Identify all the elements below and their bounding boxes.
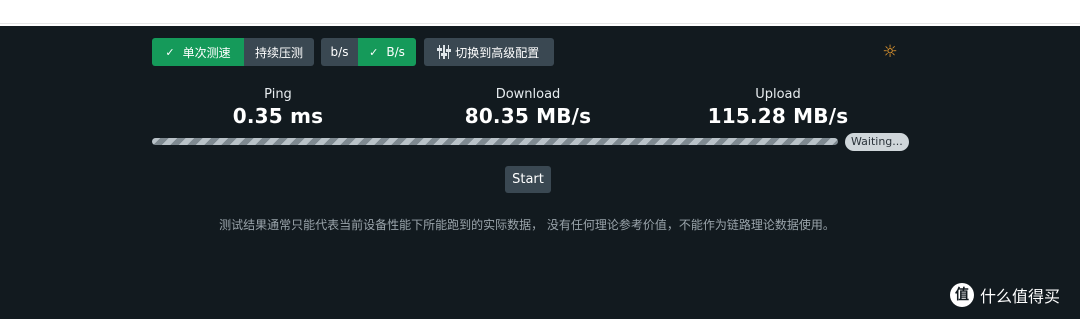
check-icon: ✓: [165, 45, 175, 59]
disclaimer-text: 测试结果通常只能代表当前设备性能下所能跑到的实际数据， 没有任何理论参考价值，不…: [219, 218, 835, 232]
watermark: 值 什么值得买: [950, 283, 1060, 307]
sliders-icon: [437, 44, 451, 60]
upload-label: Upload: [755, 87, 801, 102]
ping-value: 0.35 ms: [232, 104, 324, 128]
bytes-unit-label: B/s: [386, 45, 405, 59]
advanced-config-label: 切换到高级配置: [455, 45, 540, 60]
single-test-label: 单次测速: [182, 45, 231, 60]
sun-icon[interactable]: ☼: [880, 42, 900, 62]
download-value: 80.35 MB/s: [464, 104, 592, 128]
ping-label: Ping: [264, 87, 292, 102]
upload-value: 115.28 MB/s: [707, 104, 849, 128]
progress-fill: [152, 138, 838, 145]
download-metric: Download 80.35 MB/s: [418, 87, 638, 128]
single-test-button[interactable]: ✓ 单次测速: [152, 38, 244, 66]
download-label: Download: [495, 87, 561, 102]
bits-unit-label: b/s: [330, 45, 349, 59]
speedtest-app: ✓ 单次测速 持续压测 b/s ✓ B/s 切换到高级配置 ☼ Ping 0.3…: [0, 26, 1080, 319]
check-icon: ✓: [369, 45, 379, 59]
status-badge: Waiting...: [845, 133, 909, 151]
upload-metric: Upload 115.28 MB/s: [668, 87, 888, 128]
watermark-text: 什么值得买: [980, 287, 1061, 306]
advanced-config-button[interactable]: 切换到高级配置: [424, 38, 554, 66]
bytes-unit-button[interactable]: ✓ B/s: [358, 38, 416, 66]
ping-metric: Ping 0.35 ms: [168, 87, 388, 128]
watermark-logo: 值: [950, 283, 974, 307]
start-button[interactable]: Start: [505, 166, 551, 193]
top-strip: [0, 0, 1080, 24]
bits-unit-button[interactable]: b/s: [321, 38, 358, 66]
continuous-test-label: 持续压测: [254, 45, 303, 60]
progress-bar: [152, 138, 838, 145]
continuous-test-button[interactable]: 持续压测: [244, 38, 314, 66]
